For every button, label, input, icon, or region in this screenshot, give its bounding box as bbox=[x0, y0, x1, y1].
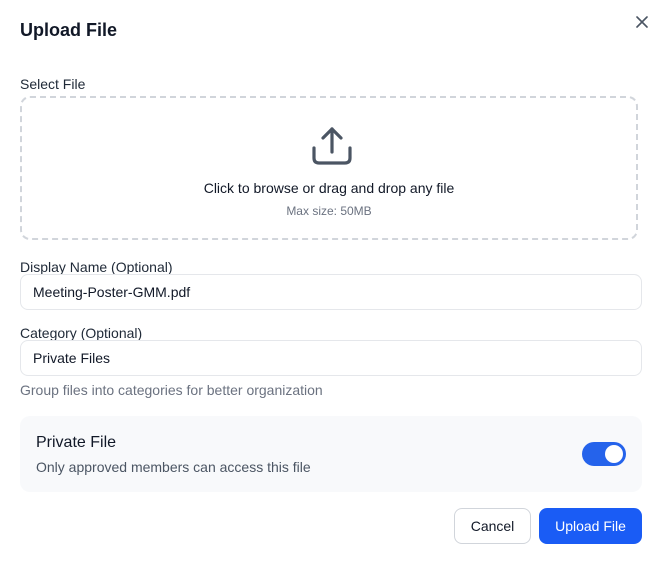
dialog-title: Upload File bbox=[20, 20, 118, 40]
upload-file-dialog: Upload File Select File Click to browse … bbox=[0, 0, 662, 565]
private-file-title: Private File bbox=[36, 434, 117, 451]
file-dropzone[interactable]: Click to browse or drag and drop any fil… bbox=[20, 96, 638, 240]
private-file-description: Only approved members can access this fi… bbox=[36, 459, 311, 475]
select-file-label: Select File bbox=[20, 76, 86, 92]
private-file-toggle[interactable] bbox=[582, 442, 626, 466]
category-helper-text: Group files into categories for better o… bbox=[20, 382, 323, 398]
upload-icon bbox=[312, 127, 352, 165]
display-name-input[interactable] bbox=[20, 274, 642, 310]
dropzone-prompt: Click to browse or drag and drop any fil… bbox=[203, 180, 455, 196]
close-button[interactable] bbox=[632, 12, 652, 32]
close-icon bbox=[636, 16, 648, 28]
display-name-label: Display Name (Optional) bbox=[20, 259, 173, 275]
private-file-card: Private File Only approved members can a… bbox=[20, 416, 642, 492]
category-input[interactable] bbox=[20, 340, 642, 376]
upload-file-button[interactable]: Upload File bbox=[539, 508, 642, 544]
category-label: Category (Optional) bbox=[20, 325, 143, 341]
cancel-button[interactable]: Cancel bbox=[454, 508, 531, 544]
toggle-knob bbox=[605, 445, 623, 463]
max-size-text: Max size: 50MB bbox=[286, 204, 372, 218]
